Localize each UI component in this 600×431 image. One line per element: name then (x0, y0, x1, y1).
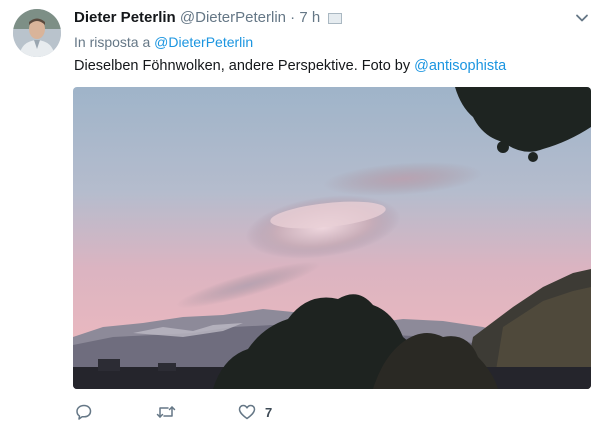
like-count: 7 (265, 404, 273, 420)
like-button[interactable]: 7 (238, 402, 272, 422)
chevron-down-icon[interactable] (574, 10, 590, 26)
tweet-header: Dieter Peterlin @DieterPeterlin · 7 h (74, 9, 343, 26)
author-handle[interactable]: @DieterPeterlin (180, 9, 286, 26)
translate-badge-icon (328, 12, 343, 24)
reply-icon (76, 404, 92, 420)
tweet-photo[interactable] (73, 87, 591, 389)
heart-icon (238, 404, 256, 420)
photo-image (73, 87, 591, 389)
separator-dot: · (286, 9, 300, 26)
tweet-text: Dieselben Föhnwolken, andere Perspektive… (74, 58, 506, 74)
mention-link[interactable]: @antisophista (414, 58, 506, 74)
reply-handle-link[interactable]: @DieterPeterlin (154, 34, 253, 50)
reply-context: In risposta a @DieterPeterlin (74, 34, 253, 50)
avatar-photo (13, 9, 61, 57)
retweet-icon (156, 406, 176, 418)
reply-button[interactable] (75, 402, 93, 422)
tweet-time[interactable]: 7 h (299, 9, 320, 26)
author-name[interactable]: Dieter Peterlin (74, 9, 176, 26)
tweet-text-body: Dieselben Föhnwolken, andere Perspektive… (74, 58, 415, 74)
tweet-card: Dieter Peterlin @DieterPeterlin · 7 h In… (0, 0, 600, 431)
avatar[interactable] (13, 9, 61, 57)
reply-prefix: In risposta a (74, 34, 151, 50)
retweet-button[interactable] (156, 402, 176, 422)
